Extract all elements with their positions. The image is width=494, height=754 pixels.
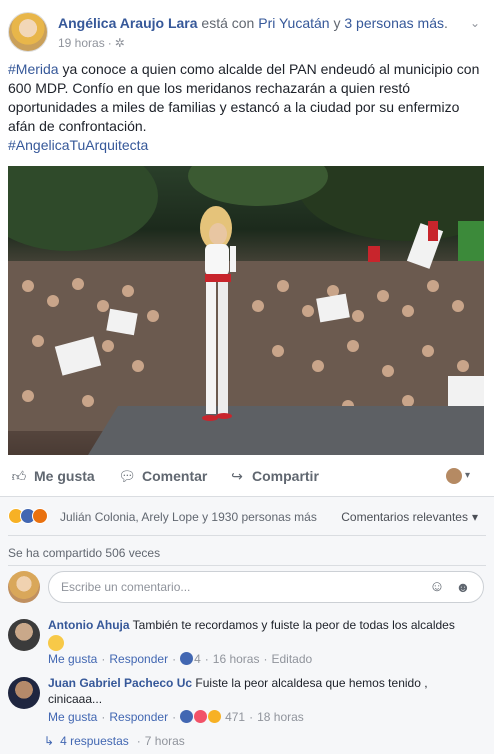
tagged-others-link[interactable]: 3 personas más xyxy=(344,15,444,31)
comment-button[interactable]: 💬︎ Comentar xyxy=(118,467,207,485)
period-text: . xyxy=(443,15,448,31)
dot-separator: · xyxy=(101,652,106,666)
hashtag-campaign[interactable]: #AngelicaTuArquitecta xyxy=(8,137,148,153)
post-actions: 👍︎ Me gusta 💬︎ Comentar ↪ Compartir ▾ xyxy=(0,460,494,492)
persona-avatar xyxy=(446,468,462,484)
gear-icon[interactable]: ✲ xyxy=(115,36,125,50)
comment-reaction-count[interactable]: 4 xyxy=(194,652,201,666)
reaction-icons[interactable] xyxy=(8,508,56,526)
smiley-emoji-icon xyxy=(48,635,64,651)
tagged-page-link[interactable]: Pri Yucatán xyxy=(258,15,329,31)
post-photo[interactable] xyxy=(8,166,484,455)
view-replies-link[interactable]: 4 respuestas xyxy=(60,734,129,748)
post-meta: 19 horas · ✲ xyxy=(58,36,125,50)
comment-bubble-icon: 💬︎ xyxy=(118,468,136,484)
comment-input[interactable] xyxy=(48,571,484,603)
dot-separator: · xyxy=(136,734,141,748)
photo-illustration xyxy=(8,166,484,455)
emoji-icon[interactable]: ☺ xyxy=(428,578,446,596)
angry-reaction-icon xyxy=(32,508,48,524)
post-time[interactable]: 19 horas xyxy=(58,36,105,50)
haha-reaction-icon xyxy=(208,710,222,723)
dot-separator: · xyxy=(101,710,106,724)
commenter-avatar[interactable] xyxy=(8,677,40,709)
post-header: Angélica Araujo Lara está con Pri Yucatá… xyxy=(8,10,488,54)
share-button[interactable]: ↪ Compartir xyxy=(228,467,319,485)
comment-edited[interactable]: Editado xyxy=(271,652,312,666)
dot-separator: · xyxy=(172,710,177,724)
post-text: ya conoce a quien como alcalde del PAN e… xyxy=(8,61,480,134)
comment-reaction-count[interactable]: 471 xyxy=(225,710,245,724)
thumbs-up-icon: 👍︎ xyxy=(11,468,27,484)
chevron-down-icon[interactable]: ⌄ xyxy=(468,16,482,30)
persona-selector[interactable]: ▾ xyxy=(446,468,474,486)
love-reaction-icon xyxy=(194,710,208,723)
comment-sort-label: Comentarios relevantes xyxy=(341,510,468,524)
divider xyxy=(8,535,486,536)
and-text: y xyxy=(329,15,345,31)
replies-row: ↳ 4 respuestas · 7 horas xyxy=(44,734,185,748)
viewer-avatar xyxy=(8,571,40,603)
comment-like-link[interactable]: Me gusta xyxy=(48,652,97,666)
comment-sort-dropdown[interactable]: Comentarios relevantes ▾ xyxy=(341,510,478,524)
chevron-down-icon: ▾ xyxy=(465,470,471,481)
comment-time[interactable]: 16 horas xyxy=(213,652,260,666)
dot-separator: · xyxy=(263,652,268,666)
comment-text: También te recordamos y fuiste la peor d… xyxy=(132,618,455,632)
comment-reply-link[interactable]: Responder xyxy=(109,710,168,724)
comment-like-link[interactable]: Me gusta xyxy=(48,710,97,724)
replies-time: 7 horas xyxy=(144,734,185,748)
comment-meta: Me gusta · Responder · 471 · 18 horas xyxy=(48,710,304,724)
divider xyxy=(8,565,486,566)
reply-arrow-icon: ↳ xyxy=(44,734,55,748)
sticker-icon[interactable]: ☻ xyxy=(454,578,472,596)
like-label: Me gusta xyxy=(34,468,95,484)
comment-text-block: Antonio Ahuja También te recordamos y fu… xyxy=(48,617,484,655)
dot-separator: · xyxy=(204,652,209,666)
comment-text-block: Juan Gabriel Pacheco Uc Fuiste la peor a… xyxy=(48,675,484,707)
share-count[interactable]: Se ha compartido 506 veces xyxy=(8,546,160,560)
like-button[interactable]: 👍︎ Me gusta xyxy=(10,467,95,485)
dot-separator: · xyxy=(172,652,177,666)
comment-author[interactable]: Juan Gabriel Pacheco Uc xyxy=(48,676,192,690)
commenter-avatar[interactable] xyxy=(8,619,40,651)
comment-meta: Me gusta · Responder · 4 · 16 horas · Editado xyxy=(48,652,312,666)
reactions-summary: Julián Colonia, Arely Lope y 1930 person… xyxy=(8,507,486,527)
like-reaction-icon xyxy=(180,710,194,723)
comment-author[interactable]: Antonio Ahuja xyxy=(48,618,130,632)
post-body: #Merida ya conoce a quien como alcalde d… xyxy=(8,60,486,155)
author-name[interactable]: Angélica Araujo Lara xyxy=(58,15,198,31)
share-arrow-icon: ↪ xyxy=(231,468,243,484)
hashtag-merida[interactable]: #Merida xyxy=(8,61,59,77)
like-reaction-icon xyxy=(180,652,194,665)
share-label: Compartir xyxy=(252,468,319,484)
comment-label: Comentar xyxy=(142,468,208,484)
dot-separator: · xyxy=(249,710,254,724)
post-header-text: Angélica Araujo Lara está con Pri Yucatá… xyxy=(58,14,483,32)
comment-composer: ☺ ☻ xyxy=(8,571,486,605)
author-avatar[interactable] xyxy=(8,12,48,52)
chevron-down-icon: ▾ xyxy=(471,510,478,524)
comment-reply-link[interactable]: Responder xyxy=(109,652,168,666)
meta-separator: · xyxy=(107,36,112,50)
with-text: está con xyxy=(197,15,259,31)
comment-time[interactable]: 18 horas xyxy=(257,710,304,724)
comments-area: Julián Colonia, Arely Lope y 1930 person… xyxy=(0,496,494,754)
reactions-text[interactable]: Julián Colonia, Arely Lope y 1930 person… xyxy=(60,510,317,524)
